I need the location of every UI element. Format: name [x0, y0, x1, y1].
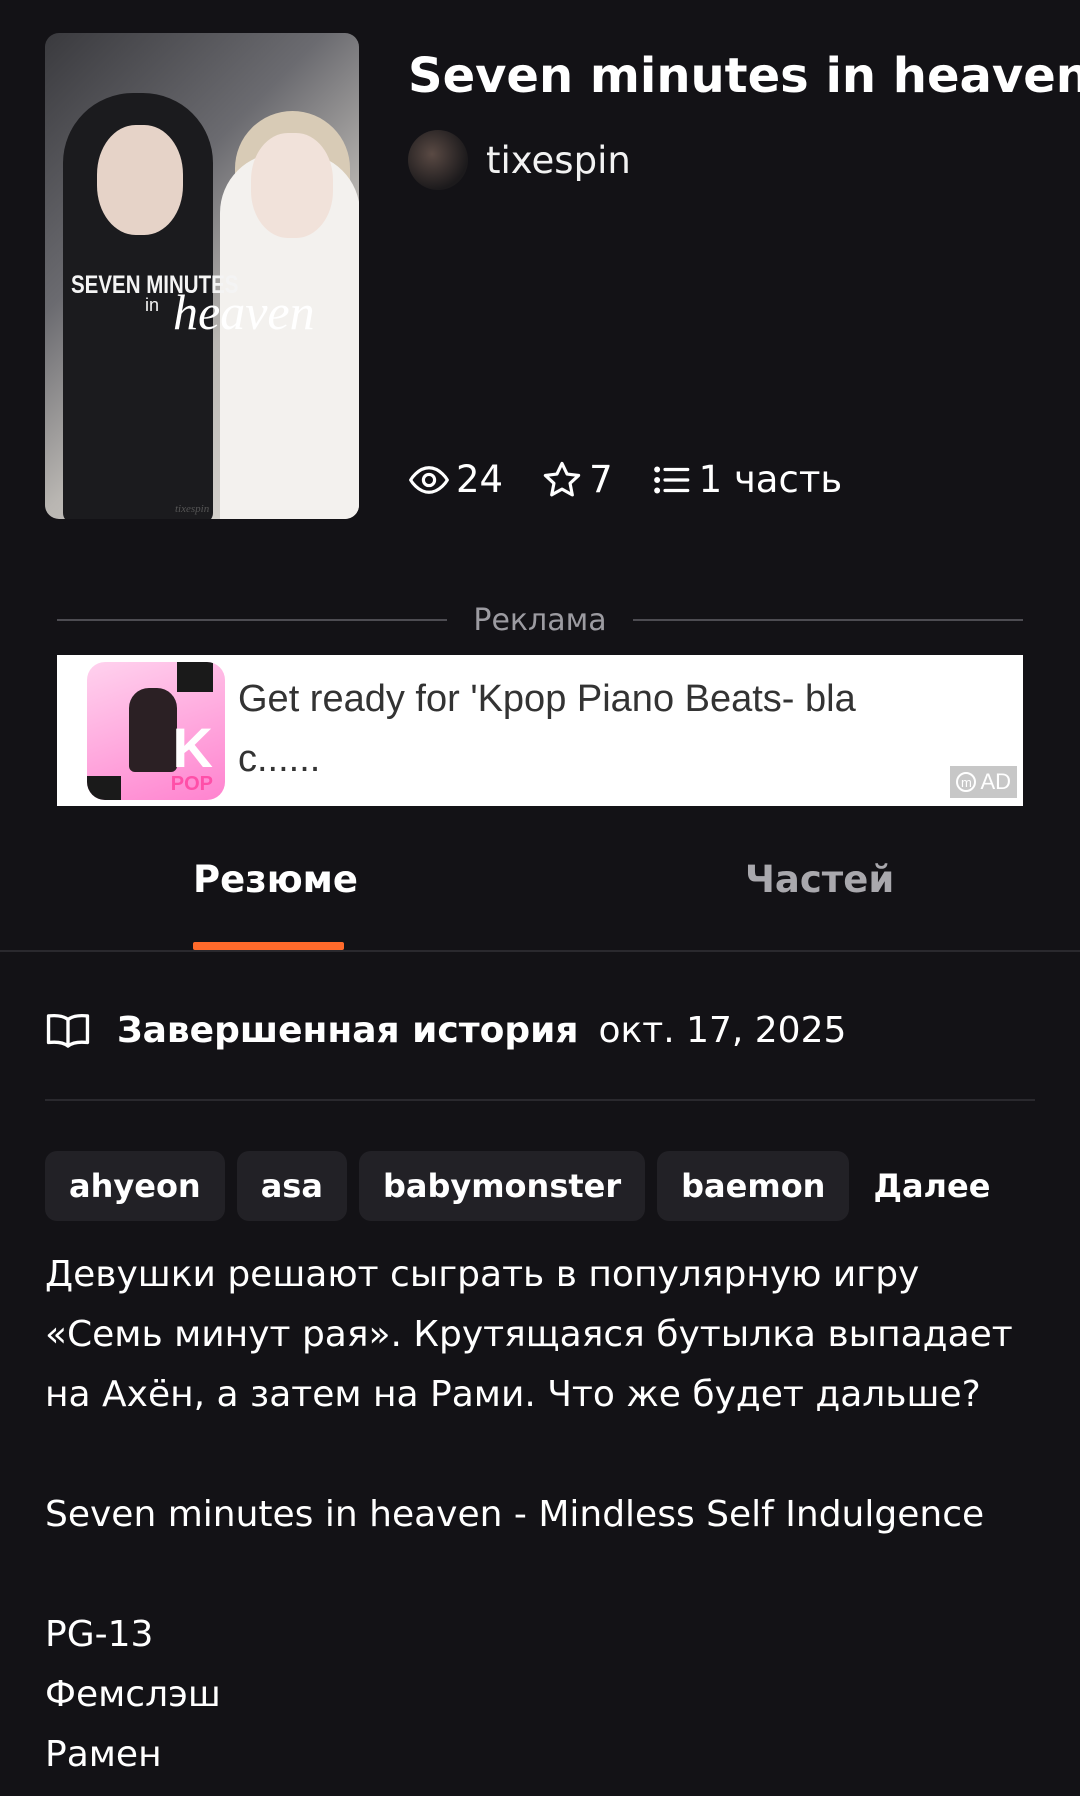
- description-line: Фемслэш: [45, 1674, 221, 1715]
- ad-network-icon: m: [956, 772, 977, 792]
- story-cover[interactable]: SEVEN MINUTES in heaven tixespin: [45, 33, 359, 519]
- divider: [632, 619, 1023, 621]
- active-tab-indicator: [193, 942, 344, 950]
- views-count: 24: [456, 458, 504, 501]
- cover-figure-right-face: [251, 133, 333, 238]
- story-description: Девушки решают сыграть в популярную игру…: [45, 1245, 1045, 1785]
- cover-signature: tixespin: [175, 503, 210, 515]
- parts-stat: 1 часть: [651, 458, 843, 501]
- story-title: Seven minutes in heaven: [408, 48, 1080, 104]
- publish-date: окт. 17, 2025: [598, 1010, 847, 1051]
- avatar[interactable]: [408, 130, 468, 190]
- cover-title-line3: heaven: [173, 284, 315, 340]
- star-icon: [543, 461, 581, 496]
- more-tags-button[interactable]: Далее: [873, 1167, 990, 1205]
- tag-chip[interactable]: ahyeon: [45, 1151, 225, 1221]
- tag-chip[interactable]: asa: [236, 1151, 347, 1221]
- ad-label-row: Реклама: [57, 602, 1023, 638]
- divider: [45, 1099, 1035, 1101]
- tag-chip[interactable]: baemon: [657, 1151, 850, 1221]
- parts-count: 1 часть: [698, 458, 843, 501]
- description-paragraph: Девушки решают сыграть в популярную игру…: [45, 1254, 1013, 1415]
- list-icon: [653, 466, 689, 493]
- divider: [57, 619, 448, 621]
- tag-list: ahyeon asa babymonster baemon Далее: [45, 1151, 990, 1221]
- tag-chip[interactable]: babymonster: [358, 1151, 646, 1221]
- description-paragraph: Seven minutes in heaven - Mindless Self …: [45, 1494, 985, 1535]
- tab-bar: Резюме Частей: [0, 840, 1080, 952]
- completion-status: Завершенная история: [117, 1010, 579, 1051]
- views-stat: 24: [408, 458, 503, 501]
- ad-label: Реклама: [473, 602, 607, 638]
- ad-icon-letter: K: [172, 716, 213, 779]
- description-line: PG-13: [45, 1614, 154, 1655]
- eye-icon: [409, 465, 449, 494]
- open-book-icon: [46, 1013, 90, 1048]
- ad-banner[interactable]: K POP Get ready for 'Kpop Piano Beats- b…: [57, 655, 1023, 806]
- author-link[interactable]: tixespin: [408, 130, 631, 190]
- tab-summary[interactable]: Резюме: [193, 858, 358, 901]
- ad-icon-subtext: POP: [170, 773, 213, 795]
- story-status-row: Завершенная история окт. 17, 2025: [45, 1010, 846, 1051]
- cover-title-line2: in: [145, 295, 160, 315]
- author-name[interactable]: tixespin: [486, 139, 631, 182]
- piano-key-shape: [87, 776, 121, 800]
- description-line: Рамен: [45, 1734, 162, 1775]
- story-stats: 24 7 1 часть: [408, 458, 880, 501]
- tab-parts[interactable]: Частей: [745, 858, 894, 901]
- ad-badge-label: AD: [980, 769, 1011, 794]
- votes-count: 7: [589, 458, 613, 501]
- ad-icon-figure: [129, 688, 177, 772]
- votes-stat: 7: [541, 458, 613, 501]
- ad-app-icon[interactable]: K POP: [87, 662, 225, 800]
- ad-text[interactable]: Get ready for 'Kpop Piano Beats- bla c..…: [238, 669, 938, 789]
- ad-badge[interactable]: m AD: [950, 766, 1017, 798]
- piano-key-shape: [177, 662, 213, 692]
- cover-figure-left-face: [97, 125, 183, 235]
